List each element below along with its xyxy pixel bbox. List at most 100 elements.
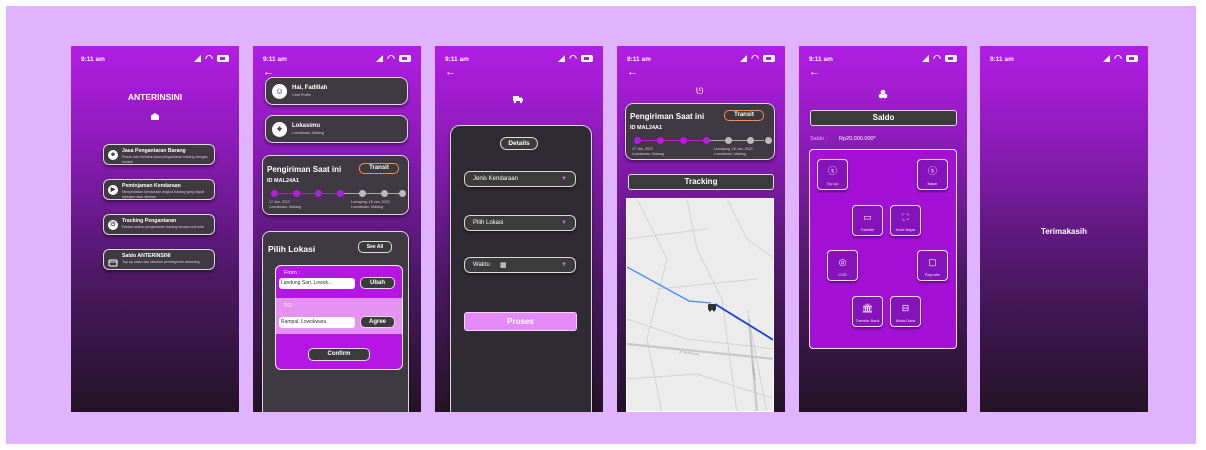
time-select[interactable]: Waktu ▦ ▼	[464, 257, 576, 273]
chevron-down-icon: ▼	[561, 220, 567, 226]
menu-peminjaman-kendaraan[interactable]: ▶ Peminjaman Kendaraan Menyediakan kenda…	[103, 179, 215, 200]
tile-label: PayLater	[924, 273, 941, 277]
shipment-id: ID MAL24A1	[630, 125, 663, 131]
profile-card[interactable]: ☺ Hai, Fadillah Lihat Profile	[265, 77, 408, 105]
back-arrow-icon[interactable]: ←	[809, 67, 820, 78]
status-time: 9:11 am	[445, 56, 469, 63]
battery-icon	[399, 54, 411, 62]
signal-icon	[558, 54, 566, 62]
menu-desc: Menyediakan kendaraan angkut barang yang…	[122, 190, 205, 199]
menu-title: Saldo ANTERINSINI	[122, 253, 171, 259]
route-icon: ᘎ	[696, 86, 704, 96]
menu-title: Peminjaman Kendaraan	[122, 183, 181, 189]
transfer-bank-button[interactable]: 🏛 Transfer Bank	[852, 296, 883, 327]
proses-button[interactable]: Proses	[464, 312, 577, 331]
progress-dot	[315, 190, 322, 197]
bayar-button[interactable]: ⓢ Bayar	[917, 159, 948, 190]
shipment-card: Pengiriman Saat ini Transit ID MAL24A1 1…	[262, 155, 409, 215]
agree-button[interactable]: Agree	[360, 316, 395, 328]
wifi-icon: ◠	[569, 53, 577, 63]
tile-label: Kode Bayar	[895, 228, 916, 232]
pick-location-card: Pilih Lokasi See All From : Landung Sari…	[262, 231, 409, 412]
bank-icon: 🏛	[861, 303, 874, 313]
wifi-icon: ◠	[205, 53, 213, 63]
status-time: 9:11 am	[627, 56, 651, 63]
status-bar: 9:11 am ◠	[81, 54, 229, 64]
saldo-heading: Saldo	[810, 110, 957, 126]
shipment-card: Pengiriman Saat ini Transit ID MAL24A1 1…	[625, 103, 775, 160]
tracking-map[interactable]: Jl. Sumbersari Jl. Gajayana	[626, 198, 774, 412]
top-up-button[interactable]: ⓢ Top Up	[817, 159, 848, 190]
thank-you-message: Terimakasih	[1040, 227, 1088, 236]
location-select[interactable]: Pilih Lokasi ▼	[464, 215, 576, 231]
status-time: 9:11 am	[263, 56, 287, 63]
menu-title: Tracking Pengantaran	[122, 218, 177, 224]
screen-dashboard: 9:11 am ◠ ← ☺ Hai, Fadillah Lihat Profil…	[253, 46, 421, 412]
route-form: From : Landung Sari, Lowok... Ubah TO : …	[275, 265, 403, 370]
origin-place: Lowokwaru, Malang	[632, 152, 664, 156]
from-field[interactable]: Landung Sari, Lowok...	[279, 278, 355, 289]
paylater-button[interactable]: ▢ PayLater	[917, 250, 948, 281]
confirm-button[interactable]: Confirm	[308, 348, 370, 361]
location-title: Lokasimu	[292, 123, 321, 129]
kode-bayar-button[interactable]: ⛶ Kode Bayar	[890, 205, 921, 236]
battery-icon	[945, 54, 957, 62]
status-time: 9:11 am	[809, 56, 833, 63]
back-arrow-icon[interactable]: ←	[263, 67, 274, 78]
signal-icon	[922, 54, 930, 62]
inbox-icon: ⊟	[901, 303, 910, 313]
location-pin-icon: ⌖	[272, 122, 287, 137]
progress-dot	[765, 137, 772, 144]
battery-icon	[217, 54, 229, 62]
payment-options-panel: ⓢ Top Up ⓢ Bayar ▭ Transfer ⛶ Kode Bayar…	[809, 149, 957, 349]
cod-button[interactable]: ◎ COD	[827, 250, 858, 281]
greeting: Hai, Fadillah	[292, 85, 328, 91]
screen-vehicle-rental: 9:11 am ◠ ← Details Jenis Kendaraan ▼ Pi…	[435, 46, 603, 412]
see-all-button[interactable]: See All	[358, 241, 392, 253]
menu-title: Jasa Pengantaran Barang	[122, 148, 186, 154]
dest-place: Lowokwaru, Malang	[351, 205, 383, 209]
menu-saldo[interactable]: Saldo ANTERINSINI Top up saldo dan lakuk…	[103, 249, 215, 270]
vehicle-type-select[interactable]: Jenis Kendaraan ▼	[464, 171, 576, 187]
tile-label: COD	[838, 273, 847, 277]
signal-icon	[1103, 54, 1111, 62]
tile-label: Minta Dana	[895, 319, 916, 323]
back-arrow-icon[interactable]: ←	[445, 67, 456, 78]
delivery-person-icon: ☻	[108, 150, 118, 160]
truck-icon: ▶	[108, 185, 118, 195]
transit-badge: Transit	[724, 110, 764, 121]
pick-location-title: Pilih Lokasi	[268, 244, 316, 254]
back-arrow-icon[interactable]: ←	[627, 67, 638, 78]
calendar-icon: ▦	[500, 262, 507, 269]
dest-place: Lowokwaru, Malang	[714, 152, 746, 156]
details-heading: Details	[500, 137, 538, 150]
status-bar: 9:11 am ◠	[263, 54, 411, 64]
location-subtitle: Lowokwaru, Malang	[292, 131, 324, 135]
tracking-heading: Tracking	[628, 174, 774, 190]
signal-icon	[740, 54, 748, 62]
select-label: Waktu	[473, 262, 490, 268]
progress-dot	[725, 137, 732, 144]
select-label: Pilih Lokasi	[473, 220, 504, 226]
shipment-title: Pengiriman Saat ini	[267, 165, 342, 174]
menu-tracking-pengantaran[interactable]: ᘎ Tracking Pengantaran Pantau status pen…	[103, 214, 215, 235]
progress-dot	[271, 190, 278, 197]
app-title: ANTERINSINI	[127, 92, 183, 102]
menu-jasa-pengantaran[interactable]: ☻ Jasa Pengantaran Barang Pesan dan kiri…	[103, 144, 215, 165]
user-icon: ☺	[272, 84, 287, 99]
screen-thanks: 9:11 am ◠ Terimakasih	[980, 46, 1148, 412]
saldo-label: Saldo :	[810, 136, 828, 142]
transit-badge: Transit	[359, 163, 399, 174]
dest-date: Lumajang, 18 Jan, 2023	[714, 147, 753, 151]
to-field[interactable]: Rampal, Lowokwaru	[279, 317, 355, 328]
wifi-icon: ◠	[933, 53, 941, 63]
ubah-button[interactable]: Ubah	[360, 277, 395, 289]
progress-line-done	[271, 193, 341, 195]
wallet-icon	[108, 255, 118, 267]
transfer-button[interactable]: ▭ Transfer	[852, 205, 883, 236]
minta-dana-button[interactable]: ⊟ Minta Dana	[890, 296, 921, 327]
menu-desc: Pesan dan kirimkan jasa pengantaran bara…	[122, 155, 208, 164]
route-icon: ᘎ	[108, 220, 118, 230]
location-card[interactable]: ⌖ Lokasimu Lowokwaru, Malang	[265, 115, 408, 143]
screen-tracking: 9:11 am ◠ ← ᘎ Pengiriman Saat ini Transi…	[617, 46, 785, 412]
